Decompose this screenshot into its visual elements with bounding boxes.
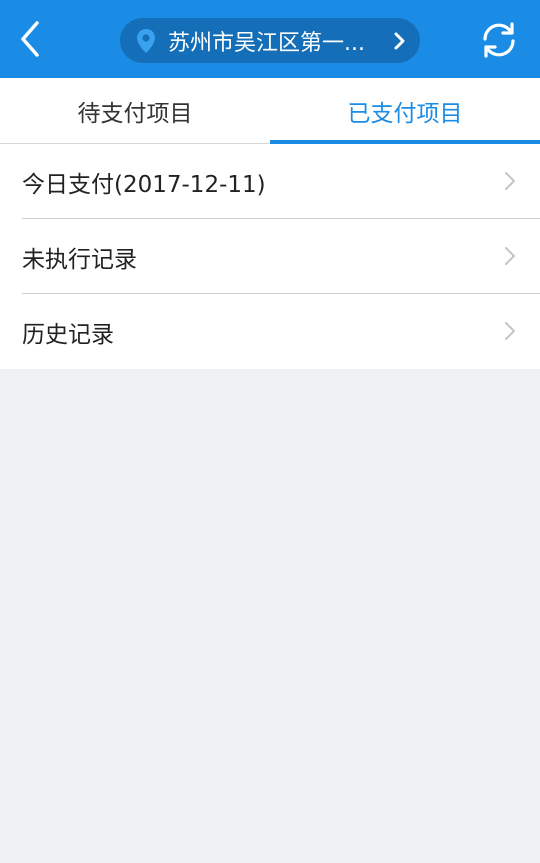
refresh-button[interactable]: [474, 15, 524, 65]
location-selector[interactable]: 苏州市吴江区第一...: [120, 18, 420, 63]
location-name: 苏州市吴江区第一...: [168, 30, 365, 56]
back-button[interactable]: [8, 14, 52, 64]
chevron-right-icon: [390, 28, 408, 54]
chevron-right-icon: [505, 247, 515, 265]
list-item-today-payment[interactable]: 今日支付(2017-12-11): [0, 144, 540, 219]
chevron-left-icon: [21, 21, 39, 57]
refresh-icon: [483, 22, 515, 58]
record-list: 今日支付(2017-12-11) 未执行记录 历史记录: [0, 144, 540, 369]
chevron-right-icon: [505, 322, 515, 340]
top-app-bar: 苏州市吴江区第一...: [0, 0, 540, 78]
tab-pending-payment[interactable]: 待支付项目: [0, 78, 270, 144]
tab-bar: 待支付项目 已支付项目: [0, 78, 540, 144]
list-item-unexecuted-records[interactable]: 未执行记录: [0, 219, 540, 294]
list-item-label: 今日支付(2017-12-11): [22, 171, 266, 198]
location-pin-icon: [134, 28, 158, 54]
list-item-history-records[interactable]: 历史记录: [0, 294, 540, 369]
list-item-label: 未执行记录: [22, 246, 137, 273]
tab-paid-items[interactable]: 已支付项目: [270, 78, 540, 144]
list-item-label: 历史记录: [22, 321, 114, 348]
chevron-right-icon: [505, 172, 515, 190]
